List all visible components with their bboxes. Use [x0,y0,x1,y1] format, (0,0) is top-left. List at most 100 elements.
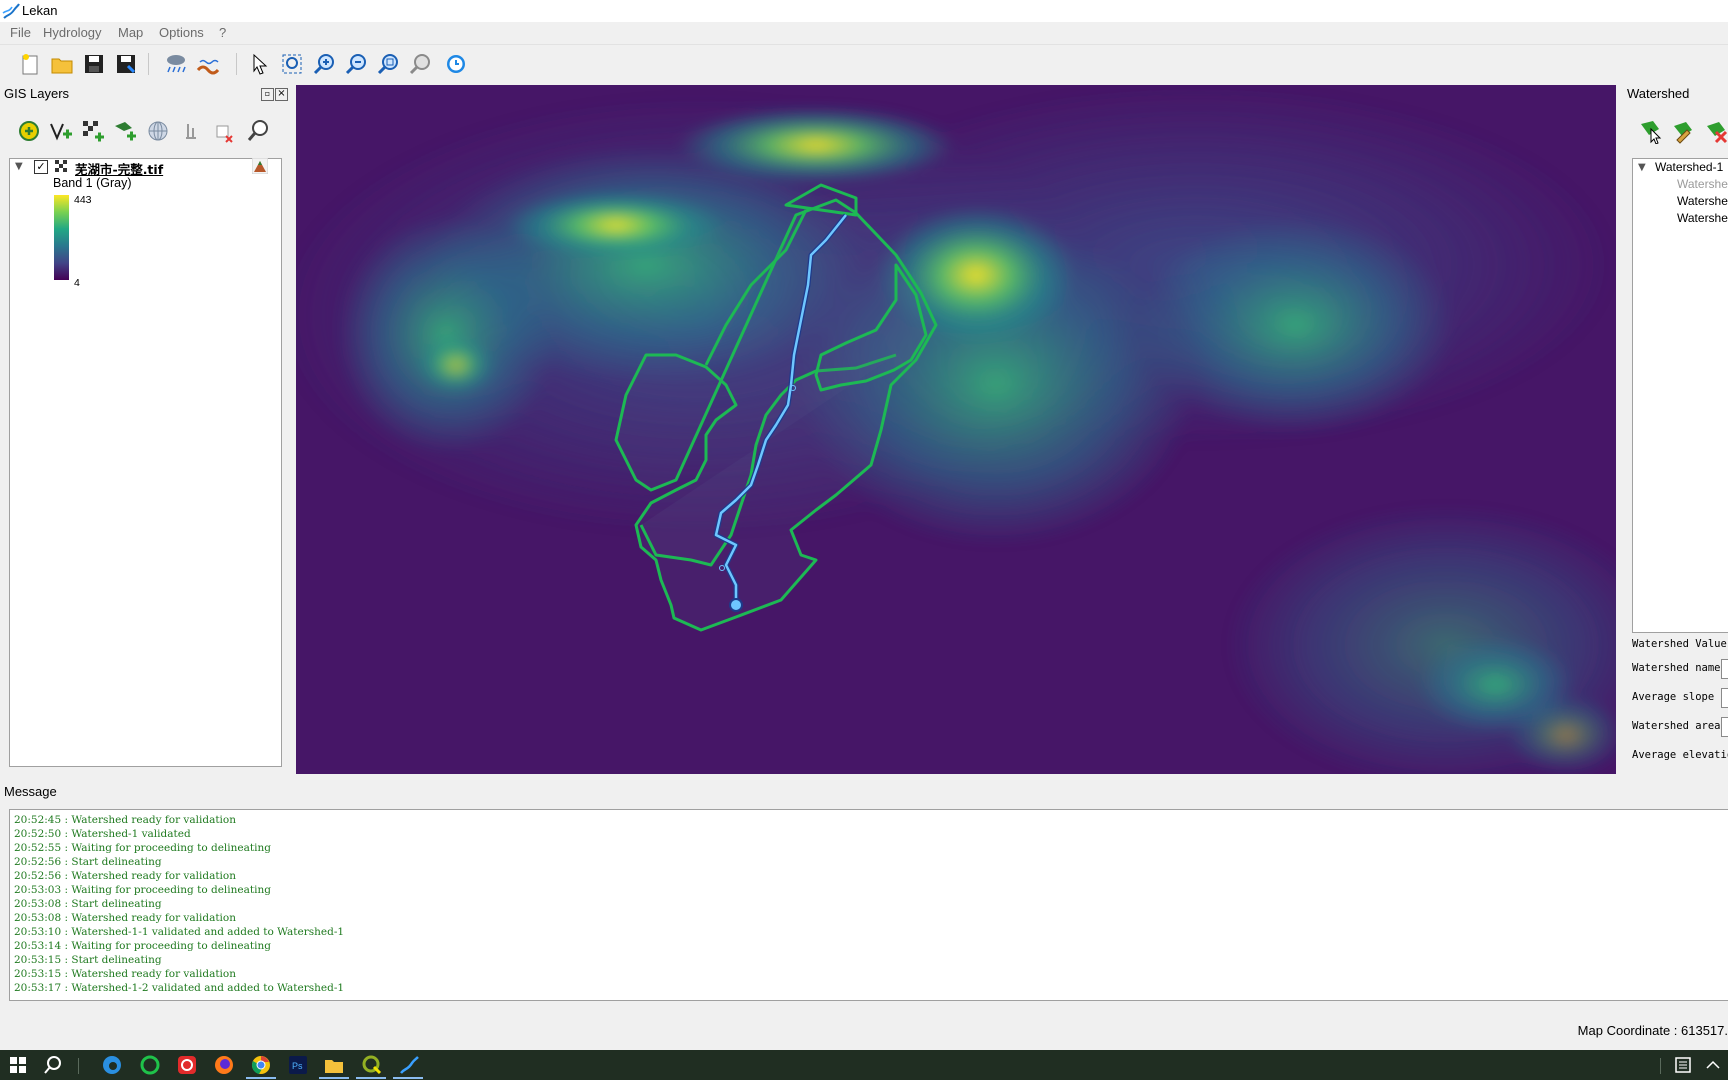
gis-layers-title: GIS Layers [4,86,70,101]
watershed-root[interactable]: Watershed-1 [1655,160,1723,174]
log-line: 20:53:15 : Start delineating [14,954,162,966]
log-line: 20:53:08 : Watershed ready for validatio… [14,912,236,924]
zoom-extent-icon[interactable] [280,52,304,76]
dem-raster [296,85,1616,774]
menu-file[interactable]: File [10,25,31,40]
search-icon[interactable] [42,1054,64,1076]
message-panel-title: Message [4,784,57,799]
save-as-icon[interactable] [114,52,138,76]
title-bar: Lekan [0,0,1728,22]
window-title: Lekan [22,3,58,18]
active-app-indicator [356,1077,386,1079]
firefox-icon[interactable] [213,1054,235,1076]
terrain-style-icon[interactable] [252,158,268,174]
add-raster-layer-icon[interactable] [80,118,106,144]
legend-max-value: 443 [74,194,92,206]
watershed-name-label: Watershed name [1632,662,1721,674]
windows-start-icon[interactable] [7,1054,29,1076]
zoom-full-icon[interactable] [376,52,400,76]
new-project-icon[interactable] [18,52,42,76]
taskbar-separator [78,1058,79,1074]
open-folder-icon[interactable] [50,52,74,76]
watershed-child[interactable]: Watershe [1677,211,1728,225]
lekan-taskbar-icon[interactable] [398,1054,420,1076]
save-icon[interactable] [82,52,106,76]
qgis-icon[interactable] [361,1054,383,1076]
band-label: Band 1 (Gray) [53,176,132,190]
message-log: 20:52:45 : Watershed ready for validatio… [9,809,1728,1001]
active-app-indicator [319,1077,349,1079]
legend-color-ramp [54,195,69,280]
identify-icon[interactable] [246,118,272,144]
status-bar: Map Coordinate : 613517. [0,1014,1728,1048]
zoom-layer-icon[interactable] [408,52,432,76]
add-vector-layer-icon[interactable] [48,118,74,144]
lekan-logo-icon [2,3,20,19]
expand-arrow-icon[interactable]: ▼ [1638,162,1646,173]
watershed-tree: ▼ Watershed-1 Watershe Watershe Watershe [1632,158,1728,633]
float-panel-icon[interactable]: ▫ [261,88,274,101]
remove-layer-icon[interactable] [211,118,237,144]
hydrology-icon[interactable] [196,52,220,76]
log-line: 20:52:55 : Waiting for proceeding to del… [14,842,271,854]
toolbar-separator [236,53,237,75]
select-cursor-icon[interactable] [248,52,272,76]
active-app-indicator [393,1077,423,1079]
legend-min-value: 4 [74,277,80,289]
watershed-area-label: Watershed area [1632,720,1721,732]
map-canvas[interactable] [296,85,1616,774]
close-panel-icon[interactable]: × [275,88,288,101]
watershed-child[interactable]: Watershe [1677,194,1728,208]
svg-text:Ps: Ps [292,1061,303,1071]
average-elevation-label: Average elevatio [1632,749,1728,761]
log-line: 20:53:10 : Watershed-1-1 validated and a… [14,926,345,938]
attribute-table-icon[interactable] [178,118,204,144]
map-coordinate: Map Coordinate : 613517. [1577,1023,1728,1038]
add-wms-layer-icon[interactable] [145,118,171,144]
file-explorer-icon[interactable] [323,1054,345,1076]
raster-layer-icon [55,160,67,172]
log-line: 20:53:14 : Waiting for proceeding to del… [14,940,271,952]
menu-bar: File Hydrology Map Options ? [0,22,1728,45]
select-watershed-icon[interactable] [1638,118,1664,144]
add-shp-layer-icon[interactable] [112,118,138,144]
average-slope-field[interactable] [1721,688,1728,708]
watershed-panel-title: Watershed [1627,86,1690,101]
watershed-area-field[interactable] [1721,717,1728,737]
menu-hydrology[interactable]: Hydrology [43,25,102,40]
rainfall-icon[interactable] [164,52,188,76]
watershed-name-field[interactable] [1721,659,1728,679]
taskbar-separator [1660,1058,1661,1074]
netease-music-icon[interactable] [176,1054,198,1076]
log-line: 20:52:45 : Watershed ready for validatio… [14,814,236,826]
add-project-layer-icon[interactable] [16,118,42,144]
average-slope-label: Average slope [1632,691,1715,703]
log-line: 20:53:03 : Waiting for proceeding to del… [14,884,271,896]
toolbar-separator [148,53,149,75]
time-icon[interactable] [444,52,468,76]
photoshop-icon[interactable]: Ps [287,1054,309,1076]
delete-watershed-icon[interactable] [1704,118,1728,144]
taskbar: Ps [0,1050,1728,1080]
main-toolbar [0,45,1728,81]
outlet-point[interactable] [729,598,743,612]
menu-map[interactable]: Map [118,25,143,40]
wechat-icon[interactable] [139,1054,161,1076]
tray-chevron-up-icon[interactable] [1702,1054,1724,1076]
layer-visibility-checkbox[interactable]: ✓ [34,160,48,174]
menu-options[interactable]: Options [159,25,204,40]
input-method-icon[interactable] [1673,1054,1695,1076]
log-line: 20:53:08 : Start delineating [14,898,162,910]
log-line: 20:52:56 : Start delineating [14,856,162,868]
watershed-child[interactable]: Watershe [1677,177,1728,191]
active-app-indicator [246,1077,276,1079]
edge-browser-icon[interactable] [101,1054,123,1076]
zoom-out-icon[interactable] [344,52,368,76]
chrome-icon[interactable] [250,1054,272,1076]
zoom-in-icon[interactable] [312,52,336,76]
menu-help[interactable]: ? [219,25,226,40]
edit-watershed-icon[interactable] [1671,118,1697,144]
log-line: 20:52:50 : Watershed-1 validated [14,828,191,840]
log-line: 20:53:17 : Watershed-1-2 validated and a… [14,982,345,994]
expand-arrow-icon[interactable]: ▼ [15,161,23,172]
